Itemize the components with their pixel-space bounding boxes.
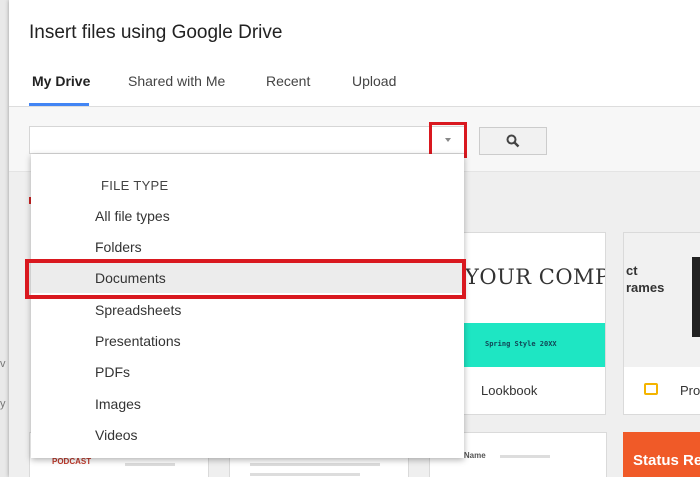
tab-shared-with-me[interactable]: Shared with Me — [128, 73, 225, 89]
card-preview-line — [125, 463, 175, 466]
search-input[interactable] — [29, 126, 467, 154]
file-type-dropdown-toggle[interactable] — [429, 122, 467, 158]
menu-item-videos[interactable]: Videos — [31, 419, 464, 450]
menu-item-label: Folders — [95, 239, 142, 255]
menu-item-label: Presentations — [95, 333, 181, 349]
menu-item-all-file-types[interactable]: All file types — [31, 200, 464, 231]
card-preview-line — [250, 473, 360, 476]
tab-recent[interactable]: Recent — [266, 73, 310, 89]
menu-item-label: All file types — [95, 208, 170, 224]
menu-item-label: PDFs — [95, 364, 130, 380]
card-preview-line: rames — [626, 280, 665, 295]
tab-bar: My Drive Shared with Me Recent Upload — [9, 58, 700, 107]
slides-icon — [644, 383, 658, 395]
page-edge-text: y — [0, 398, 6, 410]
dialog-title: Insert files using Google Drive — [29, 22, 283, 43]
menu-item-pdfs[interactable]: PDFs — [31, 356, 464, 387]
template-card-project[interactable]: ct rames Proj — [623, 232, 700, 415]
card-label: Proj — [680, 383, 700, 398]
card-preview-line: ct — [626, 263, 638, 278]
card-preview-band: Spring Style 20XX — [455, 323, 605, 367]
menu-item-label: Images — [95, 396, 141, 412]
menu-item-presentations[interactable]: Presentations — [31, 325, 464, 356]
menu-item-images[interactable]: Images — [31, 388, 464, 419]
menu-item-folders[interactable]: Folders — [31, 231, 464, 262]
card-preview-band-text: Spring Style 20XX — [485, 340, 557, 348]
search-button[interactable] — [479, 127, 547, 155]
documents-highlight-box — [25, 259, 466, 299]
template-card-lookbook[interactable]: YOUR COMPANY Spring Style 20XX Lookbook — [454, 232, 606, 415]
tab-upload[interactable]: Upload — [352, 73, 396, 89]
tab-my-drive[interactable]: My Drive — [32, 73, 90, 89]
file-type-menu: FILE TYPE All file types Folders Documen… — [31, 154, 464, 458]
card-label: Lookbook — [481, 383, 538, 398]
template-card-status[interactable]: Status Re — [623, 432, 700, 477]
card-preview-title: YOUR COMPANY — [465, 265, 605, 289]
card-preview-line — [500, 455, 550, 458]
card-preview-title: Status Re — [633, 452, 700, 469]
menu-item-label: Videos — [95, 427, 138, 443]
card-preview-line — [250, 463, 380, 466]
card-preview-title: PODCAST — [52, 457, 92, 466]
card-preview: ct rames — [624, 233, 700, 367]
menu-header: FILE TYPE — [101, 178, 169, 193]
chevron-down-icon — [445, 138, 451, 142]
menu-item-label: Spreadsheets — [95, 302, 182, 318]
search-icon — [506, 134, 520, 148]
active-tab-indicator — [29, 103, 89, 106]
card-preview-image — [692, 257, 700, 337]
page-edge-text: v — [0, 358, 6, 370]
